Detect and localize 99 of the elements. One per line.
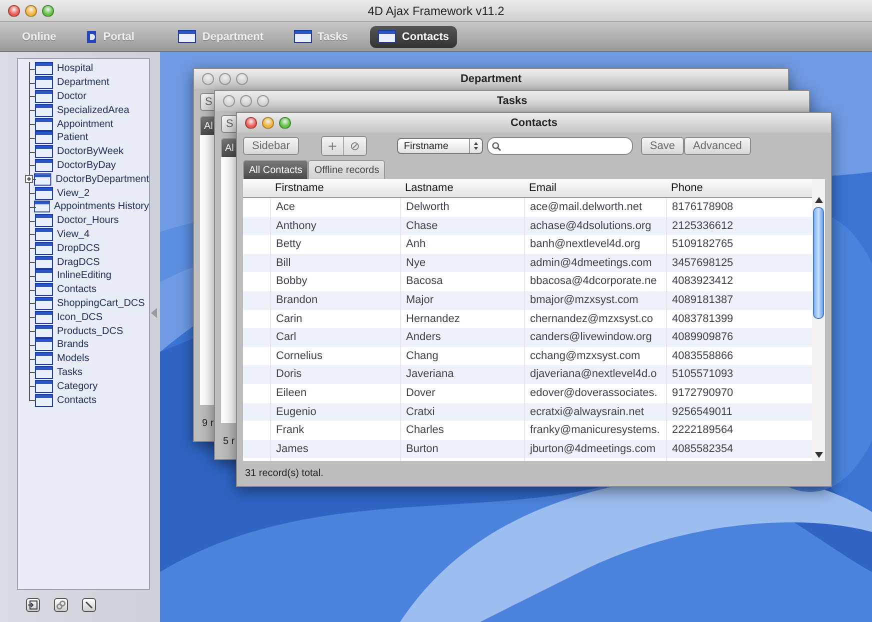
window-icon — [34, 200, 50, 214]
window-icon — [35, 366, 53, 379]
tree-item[interactable]: Doctor — [57, 90, 86, 102]
window-icon — [35, 256, 53, 269]
zoom-button[interactable] — [279, 117, 291, 129]
exit-button[interactable] — [26, 598, 40, 612]
advanced-button[interactable]: Advanced — [684, 137, 751, 155]
close-button[interactable] — [8, 4, 20, 16]
tree-item[interactable]: Icon_DCS — [57, 312, 103, 323]
window-icon — [35, 131, 53, 144]
minimize-button[interactable] — [262, 117, 274, 129]
close-button[interactable] — [245, 117, 257, 129]
sidebar-button[interactable]: Sidebar — [243, 137, 299, 155]
search-field[interactable] — [486, 137, 633, 155]
tree-item[interactable]: Models — [57, 353, 90, 364]
tree-item[interactable]: Brands — [57, 339, 89, 350]
tree-item[interactable]: DoctorByDepartment — [56, 174, 149, 185]
tree-item[interactable]: InlineEditing — [57, 270, 112, 282]
minimize-button[interactable] — [219, 73, 231, 85]
scrollbar[interactable] — [812, 179, 825, 461]
minimize-button[interactable] — [240, 95, 252, 107]
tree-item[interactable]: Contacts — [57, 394, 96, 406]
tree-item[interactable]: DoctorByWeek — [57, 146, 124, 158]
tab[interactable]: All Contacts — [243, 160, 308, 179]
window-icon — [35, 380, 53, 393]
search-icon — [492, 142, 501, 150]
close-button[interactable] — [223, 95, 235, 107]
tree-item[interactable]: Patient — [57, 132, 88, 144]
window-icon — [35, 394, 53, 407]
tree-item[interactable]: SpecializedArea — [57, 104, 130, 116]
window-icon — [35, 352, 53, 366]
scroll-up-icon[interactable] — [814, 197, 822, 203]
portal-icon — [86, 30, 98, 44]
window-icon — [178, 30, 196, 43]
tree-item[interactable]: Hospital — [57, 63, 94, 74]
add-button[interactable]: + — [322, 137, 344, 155]
toolbar-tab[interactable]: Contacts — [370, 26, 457, 48]
zoom-button[interactable] — [257, 95, 269, 107]
close-button[interactable] — [202, 73, 214, 85]
window-icon — [35, 214, 53, 228]
zoom-button[interactable] — [42, 4, 54, 16]
window-icon — [35, 283, 53, 296]
collapse-arrow-icon[interactable] — [151, 308, 157, 318]
save-button[interactable]: Save — [640, 137, 684, 155]
window-icon — [35, 186, 53, 200]
tree-item[interactable]: Appointments History — [54, 201, 149, 212]
field-select[interactable]: Firstname — [396, 138, 483, 154]
window-icon — [35, 324, 53, 338]
tree-item[interactable]: DoctorByDay — [57, 160, 116, 171]
window-icon — [35, 242, 53, 255]
tree-item[interactable]: DragDCS — [57, 256, 100, 268]
link-icon — [56, 600, 66, 610]
window-icon — [35, 104, 53, 117]
tree-item[interactable]: DropDCS — [57, 242, 100, 254]
column-header[interactable]: Phone — [666, 179, 812, 197]
column-header[interactable]: Email — [524, 179, 666, 197]
window-icon — [35, 76, 53, 90]
window-icon — [34, 172, 52, 186]
tree-item[interactable]: Tasks — [57, 366, 83, 378]
window-icon — [378, 30, 396, 43]
window-title: Tasks — [496, 95, 528, 107]
delete-button[interactable]: ⊘ — [344, 137, 366, 155]
window-icon — [35, 338, 53, 352]
tree-item[interactable]: Contacts — [57, 284, 96, 296]
exit-icon — [28, 600, 38, 610]
scrollbar-thumb[interactable] — [813, 207, 824, 319]
window-icon — [35, 310, 53, 324]
window-icon — [35, 90, 53, 103]
window-icon — [35, 118, 53, 131]
status-text: 31 record(s) total. — [245, 468, 324, 479]
window-icon — [35, 62, 53, 76]
tree-item[interactable]: Category — [57, 380, 98, 392]
minimize-button[interactable] — [25, 4, 37, 16]
window-title: 4D Ajax Framework v11.2 — [366, 4, 506, 18]
tree-item[interactable]: Appointment — [57, 118, 114, 130]
wrench-button[interactable] — [82, 598, 96, 612]
tree-item[interactable]: ShoppingCart_DCS — [57, 298, 145, 309]
tree-item[interactable]: View_2 — [57, 188, 90, 199]
window-title: Contacts — [509, 117, 559, 129]
link-button[interactable] — [54, 598, 68, 612]
column-header[interactable]: Lastname — [400, 179, 524, 197]
window-icon — [35, 145, 53, 158]
window-icon — [35, 296, 53, 310]
scroll-down-icon[interactable] — [814, 452, 822, 458]
window-icon — [35, 269, 53, 282]
column-header[interactable]: Firstname — [270, 179, 400, 197]
window-title: Department — [459, 73, 523, 85]
tree-item[interactable]: View_4 — [57, 228, 90, 240]
window-icon — [294, 30, 312, 43]
window-icon — [35, 228, 53, 241]
status-text: 9 r — [202, 418, 214, 428]
zoom-button[interactable] — [236, 73, 248, 85]
expand-icon[interactable] — [25, 175, 33, 184]
tree-item[interactable]: Products_DCS — [57, 326, 124, 337]
status-text: 5 r — [223, 436, 235, 446]
window-icon — [35, 158, 53, 172]
tree-item[interactable]: Department — [57, 77, 110, 88]
tree-item[interactable]: Doctor_Hours — [57, 215, 119, 226]
tab[interactable]: Offline records — [308, 160, 386, 179]
